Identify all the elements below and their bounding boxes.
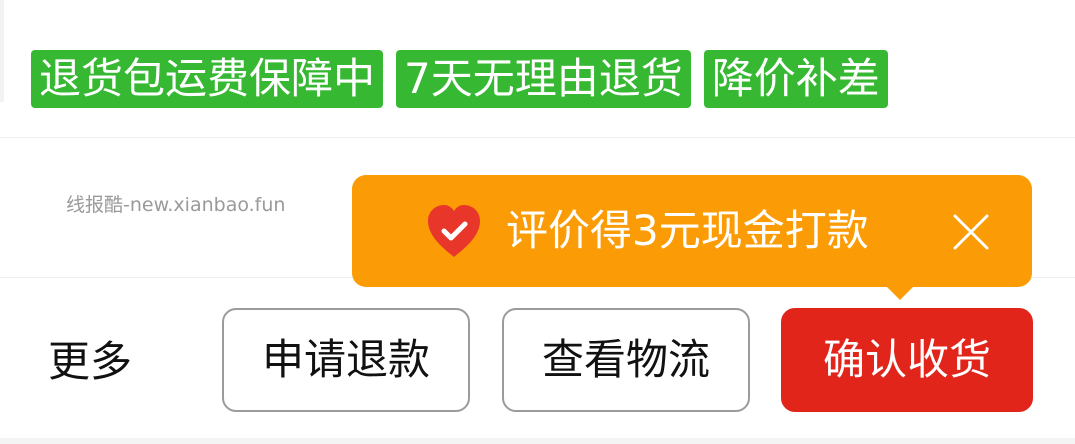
tag-7-day-return: 7天无理由退货 [396, 50, 691, 108]
close-icon[interactable] [950, 211, 992, 253]
more-button[interactable]: 更多 [48, 334, 132, 390]
tag-return-shipping: 退货包运费保障中 [31, 50, 384, 108]
confirm-receipt-button[interactable]: 确认收货 [781, 308, 1033, 412]
watermark-text: 线报酷-new.xianbao.fun [66, 194, 286, 216]
view-logistics-button[interactable]: 查看物流 [502, 308, 750, 412]
review-reward-tooltip[interactable]: 评价得3元现金打款 [352, 175, 1032, 300]
tooltip-text: 评价得3元现金打款 [506, 206, 869, 255]
divider [0, 137, 1075, 138]
left-edge-mark [0, 0, 4, 102]
heart-check-icon [428, 205, 480, 257]
service-tags: 退货包运费保障中 7天无理由退货 降价补差 [31, 50, 888, 108]
bottom-divider [0, 438, 1075, 444]
tag-price-protection: 降价补差 [703, 50, 888, 108]
order-action-bar: 更多 申请退款 查看物流 确认收货 [0, 306, 1075, 418]
request-refund-button[interactable]: 申请退款 [222, 308, 470, 412]
